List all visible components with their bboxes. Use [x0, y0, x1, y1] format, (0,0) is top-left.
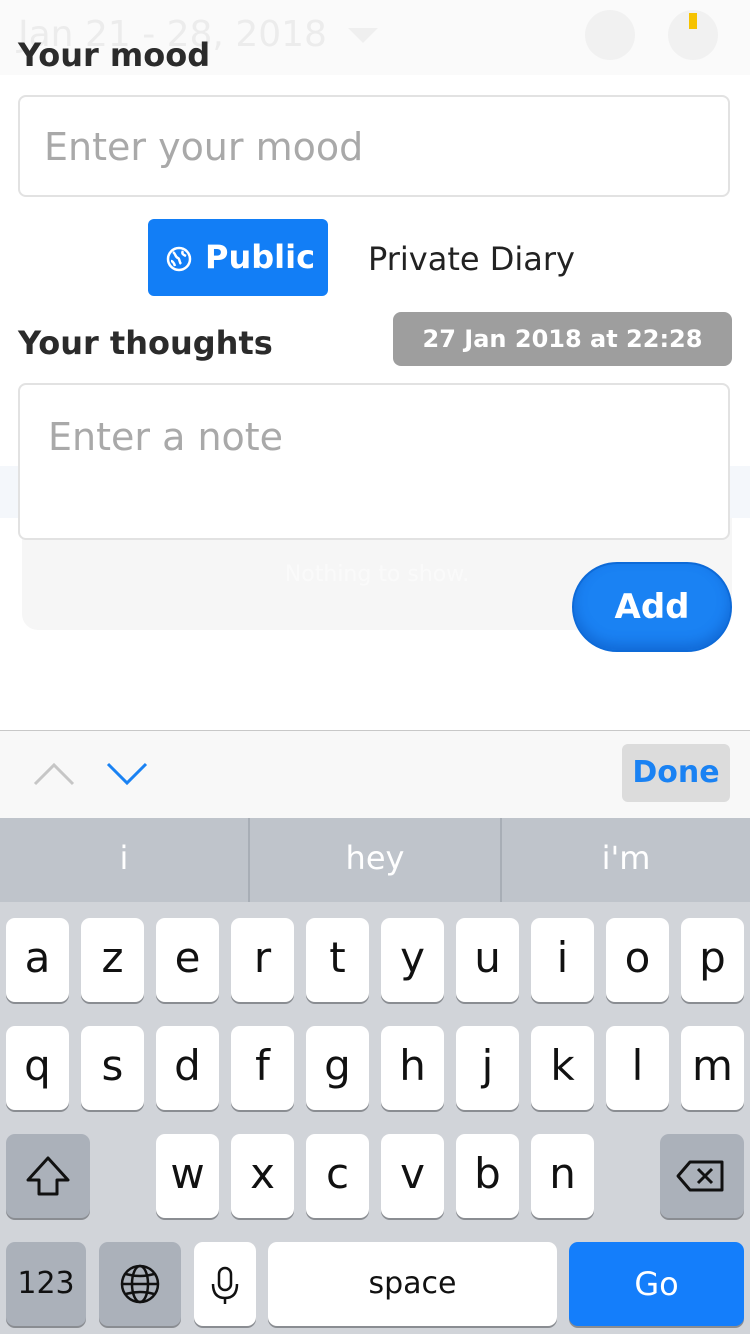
thoughts-label: Your thoughts [18, 324, 273, 362]
predictive-text-bar: i hey i'm [0, 818, 750, 902]
key-h[interactable]: h [381, 1026, 444, 1110]
key-a[interactable]: a [6, 918, 69, 1002]
globe-key[interactable] [99, 1242, 181, 1326]
key-m[interactable]: m [681, 1026, 744, 1110]
key-y[interactable]: y [381, 918, 444, 1002]
key-t[interactable]: t [306, 918, 369, 1002]
key-b[interactable]: b [456, 1134, 519, 1218]
shift-icon [26, 1156, 70, 1196]
microphone-icon [211, 1266, 239, 1304]
key-k[interactable]: k [531, 1026, 594, 1110]
note-placeholder: Enter a note [48, 415, 284, 459]
key-f[interactable]: f [231, 1026, 294, 1110]
done-button[interactable]: Done [622, 744, 730, 802]
public-toggle-button[interactable]: Public [148, 219, 328, 296]
suggestion-3[interactable]: i'm [502, 818, 750, 902]
dictation-key[interactable] [194, 1242, 256, 1326]
key-c[interactable]: c [306, 1134, 369, 1218]
keyboard-accessory-bar: Done [0, 730, 750, 819]
next-field-icon[interactable] [105, 761, 149, 787]
timestamp-button[interactable]: 27 Jan 2018 at 22:28 [393, 312, 732, 366]
key-j[interactable]: j [456, 1026, 519, 1110]
key-p[interactable]: p [681, 918, 744, 1002]
suggestion-2[interactable]: hey [250, 818, 500, 902]
key-q[interactable]: q [6, 1026, 69, 1110]
mood-placeholder: Enter your mood [44, 125, 364, 169]
key-g[interactable]: g [306, 1026, 369, 1110]
notification-dot [689, 13, 697, 29]
key-o[interactable]: o [606, 918, 669, 1002]
previous-field-icon[interactable] [32, 761, 76, 787]
globe-icon [166, 246, 192, 272]
space-key[interactable]: space [268, 1242, 557, 1326]
globe-icon [120, 1264, 160, 1304]
key-r[interactable]: r [231, 918, 294, 1002]
mood-label: Your mood [18, 36, 211, 74]
suggestion-1[interactable]: i [0, 818, 248, 902]
numbers-key[interactable]: 123 [6, 1242, 86, 1326]
go-key[interactable]: Go [569, 1242, 744, 1326]
add-button[interactable]: Add [572, 562, 732, 652]
key-e[interactable]: e [156, 918, 219, 1002]
shift-key[interactable] [6, 1134, 90, 1218]
key-z[interactable]: z [81, 918, 144, 1002]
key-u[interactable]: u [456, 918, 519, 1002]
key-v[interactable]: v [381, 1134, 444, 1218]
key-d[interactable]: d [156, 1026, 219, 1110]
key-w[interactable]: w [156, 1134, 219, 1218]
backspace-icon [676, 1160, 724, 1192]
public-label: Public [205, 238, 316, 276]
keyboard: a z e r t y u i o p q s d f g h j k l m … [0, 902, 750, 1334]
backspace-key[interactable] [660, 1134, 744, 1218]
share-icon [585, 10, 635, 60]
private-diary-toggle-button[interactable]: Private Diary [368, 240, 575, 278]
key-s[interactable]: s [81, 1026, 144, 1110]
mood-input[interactable]: Enter your mood [18, 95, 730, 197]
note-input[interactable]: Enter a note [18, 383, 730, 540]
key-i[interactable]: i [531, 918, 594, 1002]
chevron-down-icon [348, 28, 378, 43]
key-l[interactable]: l [606, 1026, 669, 1110]
key-x[interactable]: x [231, 1134, 294, 1218]
key-n[interactable]: n [531, 1134, 594, 1218]
